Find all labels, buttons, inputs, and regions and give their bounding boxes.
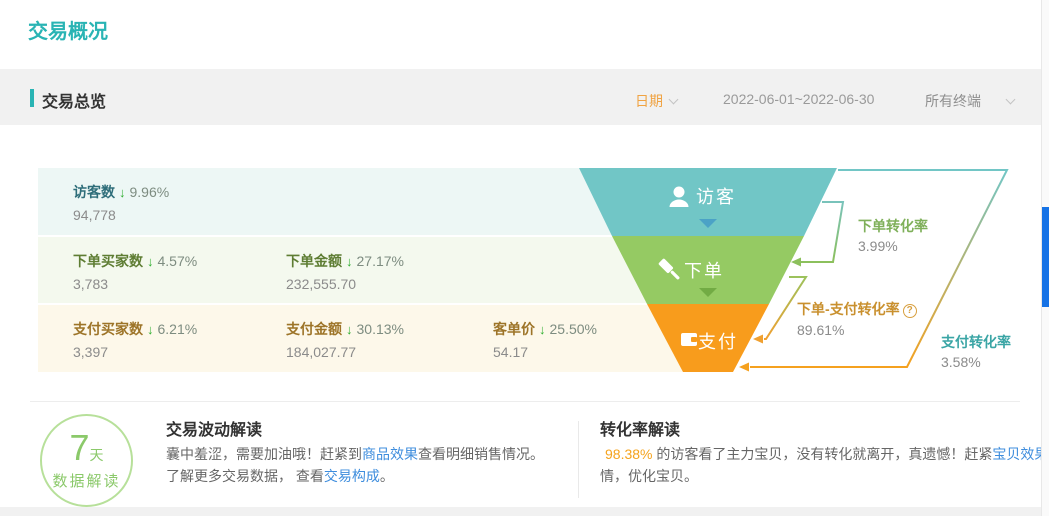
insight-right-line2: 情，优化宝贝。 — [600, 465, 698, 487]
metric-pay-amount: 支付金额 ↓ 30.13% 184,027.77 — [286, 319, 404, 362]
conversion-label: 下单转化率 — [858, 216, 928, 236]
metric-label: 支付买家数 — [73, 321, 143, 337]
trend-down-icon: ↓ — [539, 322, 546, 337]
highlight-percentage: 98.38% — [605, 446, 652, 462]
metric-label: 下单金额 — [286, 253, 342, 269]
transaction-overview-page: { "page": { "title": "交易概况" }, "icons": … — [0, 0, 1049, 516]
page-bottom-strip — [0, 507, 1049, 516]
page-title: 交易概况 — [28, 15, 108, 44]
arrow-left-icon — [739, 363, 749, 372]
insight-left-line2: 了解更多交易数据， 查看交易构成。 — [166, 465, 394, 487]
conversion-value: 3.58% — [941, 352, 1011, 372]
conversion-pay-rate: 支付转化率 3.58% — [941, 332, 1011, 372]
insight-left-title: 交易波动解读 — [166, 416, 262, 440]
metric-order-buyers: 下单买家数 ↓ 4.57% 3,783 — [73, 251, 197, 294]
link-product-effect[interactable]: 商品效果 — [362, 446, 418, 462]
funnel-stage-label: 下单 — [684, 261, 724, 281]
metric-value: 3,783 — [73, 274, 197, 294]
conversion-value: 3.99% — [858, 236, 928, 256]
date-range-value[interactable]: 2022-06-01~2022-06-30 — [723, 91, 874, 107]
funnel-step-arrow-icon — [699, 219, 717, 228]
link-transaction-composition[interactable]: 交易构成 — [324, 468, 380, 484]
conversion-label: 下单-支付转化率 — [797, 301, 900, 317]
arrow-left-icon — [753, 335, 763, 344]
insight-right-line1: 98.38% 的访客看了主力宝贝，没有转化就离开，真遗憾！赶紧宝贝效果详 — [600, 443, 1049, 465]
metric-label: 访客数 — [73, 184, 115, 200]
metric-change: 25.50% — [550, 321, 597, 337]
link-item-effect[interactable]: 宝贝效果 — [992, 446, 1048, 462]
trend-down-icon: ↓ — [346, 322, 353, 337]
metric-change: 6.21% — [158, 321, 198, 337]
help-icon[interactable]: ? — [903, 304, 917, 318]
chevron-down-icon — [1006, 95, 1016, 105]
metric-value: 94,778 — [73, 205, 169, 225]
metric-change: 4.57% — [158, 253, 198, 269]
funnel-stage-label: 支付 — [698, 332, 738, 352]
funnel-step-arrow-icon — [699, 288, 717, 297]
metric-value: 184,027.77 — [286, 342, 404, 362]
metric-order-amount: 下单金额 ↓ 27.17% 232,555.70 — [286, 251, 404, 294]
terminal-select[interactable]: 所有终端 — [925, 91, 1014, 111]
conversion-label: 支付转化率 — [941, 332, 1011, 352]
text: 了解更多交易数据， 查看 — [166, 468, 324, 484]
text: 。 — [380, 468, 394, 484]
badge-caption: 数据解读 — [42, 470, 131, 491]
metric-label: 下单买家数 — [73, 253, 143, 269]
metric-avg-order-value: 客单价 ↓ 25.50% 54.17 — [493, 319, 597, 362]
metric-label: 客单价 — [493, 321, 535, 337]
funnel-stage-label: 访客 — [696, 187, 736, 207]
metric-value: 3,397 — [73, 342, 197, 362]
terminal-label: 所有终端 — [925, 93, 981, 109]
trend-down-icon: ↓ — [346, 254, 353, 269]
insight-right-title: 转化率解读 — [600, 416, 680, 440]
text: 的访客看了主力宝贝，没有转化就离开，真遗憾！赶紧 — [652, 446, 992, 462]
badge-days: 7 — [69, 427, 89, 468]
text: 囊中羞涩，需要加油哦！赶紧到 — [166, 446, 362, 462]
conversion-order-pay-rate: 下单-支付转化率? 89.61% — [797, 299, 917, 340]
metric-value: 54.17 — [493, 342, 597, 362]
metric-change: 30.13% — [357, 321, 404, 337]
text: 查看明细销售情况。 — [418, 446, 544, 462]
metric-change: 27.17% — [357, 253, 404, 269]
seven-day-badge: 7天 数据解读 — [40, 414, 133, 507]
metric-change: 9.96% — [130, 184, 170, 200]
conversion-order-rate: 下单转化率 3.99% — [858, 216, 928, 256]
trend-down-icon: ↓ — [147, 254, 154, 269]
horizontal-divider — [30, 401, 1020, 402]
vertical-divider — [578, 421, 579, 498]
metric-visitors: 访客数 ↓ 9.96% 94,778 — [73, 182, 169, 225]
metric-value: 232,555.70 — [286, 274, 404, 294]
trend-down-icon: ↓ — [119, 185, 126, 200]
arrow-left-icon — [791, 258, 801, 267]
metric-label: 支付金额 — [286, 321, 342, 337]
badge-unit: 天 — [90, 447, 104, 463]
chevron-down-icon — [669, 95, 679, 105]
scrollbar-track[interactable] — [1041, 0, 1049, 516]
bracket-order-conversion — [801, 202, 843, 262]
section-header-band — [0, 69, 1049, 125]
section-title: 交易总览 — [42, 88, 106, 112]
date-picker-trigger[interactable]: 日期 — [635, 91, 677, 111]
conversion-value: 89.61% — [797, 320, 917, 340]
scrollbar-thumb[interactable] — [1042, 207, 1049, 307]
section-accent-bar — [30, 89, 34, 107]
metric-pay-buyers: 支付买家数 ↓ 6.21% 3,397 — [73, 319, 197, 362]
insight-left-line1: 囊中羞涩，需要加油哦！赶紧到商品效果查看明细销售情况。 — [166, 443, 544, 465]
date-label: 日期 — [635, 93, 663, 109]
trend-down-icon: ↓ — [147, 322, 154, 337]
